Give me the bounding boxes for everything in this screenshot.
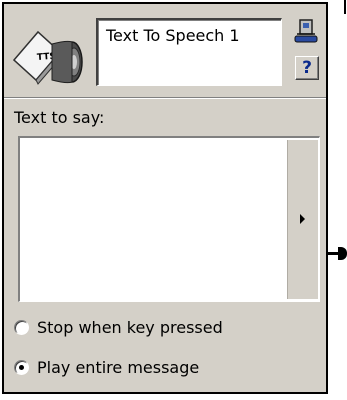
edge-marker <box>344 0 346 14</box>
tts-icon[interactable]: TTS <box>12 22 90 88</box>
tts-node-panel[interactable]: TTS Text To Speech 1 ? Text to say: Stop… <box>2 2 328 394</box>
option-play-entire-message[interactable]: Play entire message <box>14 356 199 378</box>
canvas: TTS Text To Speech 1 ? Text to say: Stop… <box>0 0 347 400</box>
radio-selected-dot <box>19 364 24 370</box>
expand-button[interactable] <box>287 140 318 299</box>
radio-play-entire-message[interactable] <box>14 359 29 375</box>
text-to-say-input[interactable] <box>18 136 320 302</box>
help-button[interactable]: ? <box>295 56 319 80</box>
triangle-right-icon <box>300 214 305 224</box>
hangup-phone-icon[interactable] <box>293 18 319 44</box>
node-title-field[interactable]: Text To Speech 1 <box>96 18 282 86</box>
header-divider <box>4 97 326 99</box>
radio-stop-when-key-pressed[interactable] <box>14 319 29 335</box>
radio-label-play: Play entire message <box>37 357 200 377</box>
node-title: Text To Speech 1 <box>106 26 240 45</box>
node-header: TTS Text To Speech 1 ? <box>4 4 326 97</box>
text-to-say-label: Text to say: <box>14 108 105 127</box>
radio-label-stop: Stop when key pressed <box>37 317 223 337</box>
help-label: ? <box>302 58 312 78</box>
output-connector-handle[interactable] <box>338 247 347 260</box>
option-stop-when-key-pressed[interactable]: Stop when key pressed <box>14 316 223 338</box>
